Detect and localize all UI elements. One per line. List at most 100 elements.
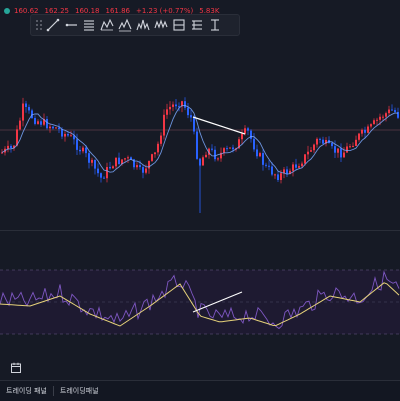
candle-body	[277, 174, 279, 181]
drawn-trendline	[192, 116, 246, 135]
candle-body	[280, 173, 282, 181]
go-to-date-icon[interactable]	[10, 362, 22, 374]
candle-body	[313, 144, 315, 151]
pattern-tool-icon[interactable]	[99, 16, 115, 34]
pane-separator[interactable]	[0, 230, 400, 231]
candle-body	[154, 152, 156, 155]
horizontal-ray-tool-icon[interactable]	[63, 16, 79, 34]
candle-body	[25, 103, 27, 107]
candle-body	[49, 126, 51, 129]
candle-body	[337, 148, 339, 153]
wave-pattern-tool-icon[interactable]	[153, 16, 169, 34]
candle-body	[382, 116, 384, 118]
candle-body	[85, 147, 87, 154]
candle-body	[292, 164, 294, 171]
candle-body	[265, 164, 267, 166]
candle-body	[385, 113, 387, 117]
candle-body	[163, 114, 165, 136]
candle-body	[157, 143, 159, 153]
candle-body	[142, 167, 144, 173]
candle-body	[352, 145, 354, 147]
fibonacci-tool-icon[interactable]	[81, 16, 97, 34]
candle-body	[193, 117, 195, 132]
candle-body	[61, 129, 63, 137]
forecast-tool-icon[interactable]	[189, 16, 205, 34]
candle-body	[226, 148, 228, 150]
candle-body	[391, 109, 393, 111]
candle-body	[1, 152, 3, 154]
candle-body	[52, 126, 54, 129]
candle-body	[97, 168, 99, 174]
time-axis	[0, 358, 400, 378]
candle-body	[247, 128, 249, 131]
candle-body	[217, 158, 219, 160]
trendline-tool-icon[interactable]	[45, 16, 61, 34]
candle-body	[91, 159, 93, 163]
candle-body	[346, 146, 348, 153]
price-chart[interactable]	[0, 38, 400, 230]
candle-body	[370, 124, 372, 127]
head-shoulders-tool-icon[interactable]	[135, 16, 151, 34]
candle-body	[304, 154, 306, 164]
tab-trading-panel-1[interactable]: 트레이딩 패널	[0, 381, 53, 401]
bottom-panel-tabs: 트레이딩 패널 트레이딩패널	[0, 380, 400, 401]
drag-handle-icon[interactable]	[34, 18, 44, 32]
candle-body	[136, 165, 138, 168]
candle-body	[343, 152, 345, 158]
candle-body	[22, 103, 24, 121]
long-position-tool-icon[interactable]	[171, 16, 187, 34]
candle-body	[340, 148, 342, 158]
candle-body	[112, 166, 114, 169]
candle-body	[190, 115, 192, 118]
candle-body	[151, 154, 153, 161]
candle-body	[355, 139, 357, 146]
candle-body	[334, 146, 336, 153]
candle-body	[46, 118, 48, 129]
candle-body	[70, 135, 72, 137]
candle-body	[214, 149, 216, 160]
rsi-indicator-pane[interactable]	[0, 240, 400, 358]
range-tool-icon[interactable]	[207, 16, 223, 34]
candle-body	[307, 151, 309, 155]
candle-body	[139, 165, 141, 168]
candle-body	[160, 135, 162, 144]
candle-body	[196, 131, 198, 159]
candle-body	[394, 110, 396, 112]
candle-body	[76, 139, 78, 150]
candle-body	[172, 104, 174, 107]
candle-body	[250, 130, 252, 139]
candle-body	[148, 160, 150, 169]
candle-body	[7, 145, 9, 149]
elliott-wave-tool-icon[interactable]	[117, 16, 133, 34]
candle-body	[274, 174, 276, 176]
tab-trading-panel-2[interactable]: 트레이딩패널	[54, 381, 105, 401]
candle-body	[373, 120, 375, 125]
candle-body	[82, 147, 84, 152]
candle-body	[34, 118, 36, 124]
candle-body	[232, 147, 234, 150]
candle-body	[268, 165, 270, 167]
candle-body	[271, 166, 273, 175]
candle-body	[28, 106, 30, 111]
candle-body	[361, 129, 363, 134]
candle-body	[94, 159, 96, 169]
candle-body	[259, 153, 261, 157]
candle-body	[115, 157, 117, 167]
candle-body	[145, 168, 147, 173]
candle-body	[205, 154, 207, 158]
candle-body	[187, 107, 189, 116]
candle-body	[349, 146, 351, 148]
candle-body	[184, 101, 186, 108]
candle-body	[103, 177, 105, 179]
candle-body	[253, 138, 255, 150]
candle-body	[211, 148, 213, 150]
candle-body	[322, 139, 324, 144]
candle-body	[310, 150, 312, 152]
candle-body	[367, 126, 369, 133]
candle-body	[19, 120, 21, 130]
candle-body	[55, 127, 57, 129]
candle-body	[67, 133, 69, 136]
candle-body	[124, 158, 126, 160]
candle-body	[100, 173, 102, 178]
candle-body	[331, 143, 333, 147]
